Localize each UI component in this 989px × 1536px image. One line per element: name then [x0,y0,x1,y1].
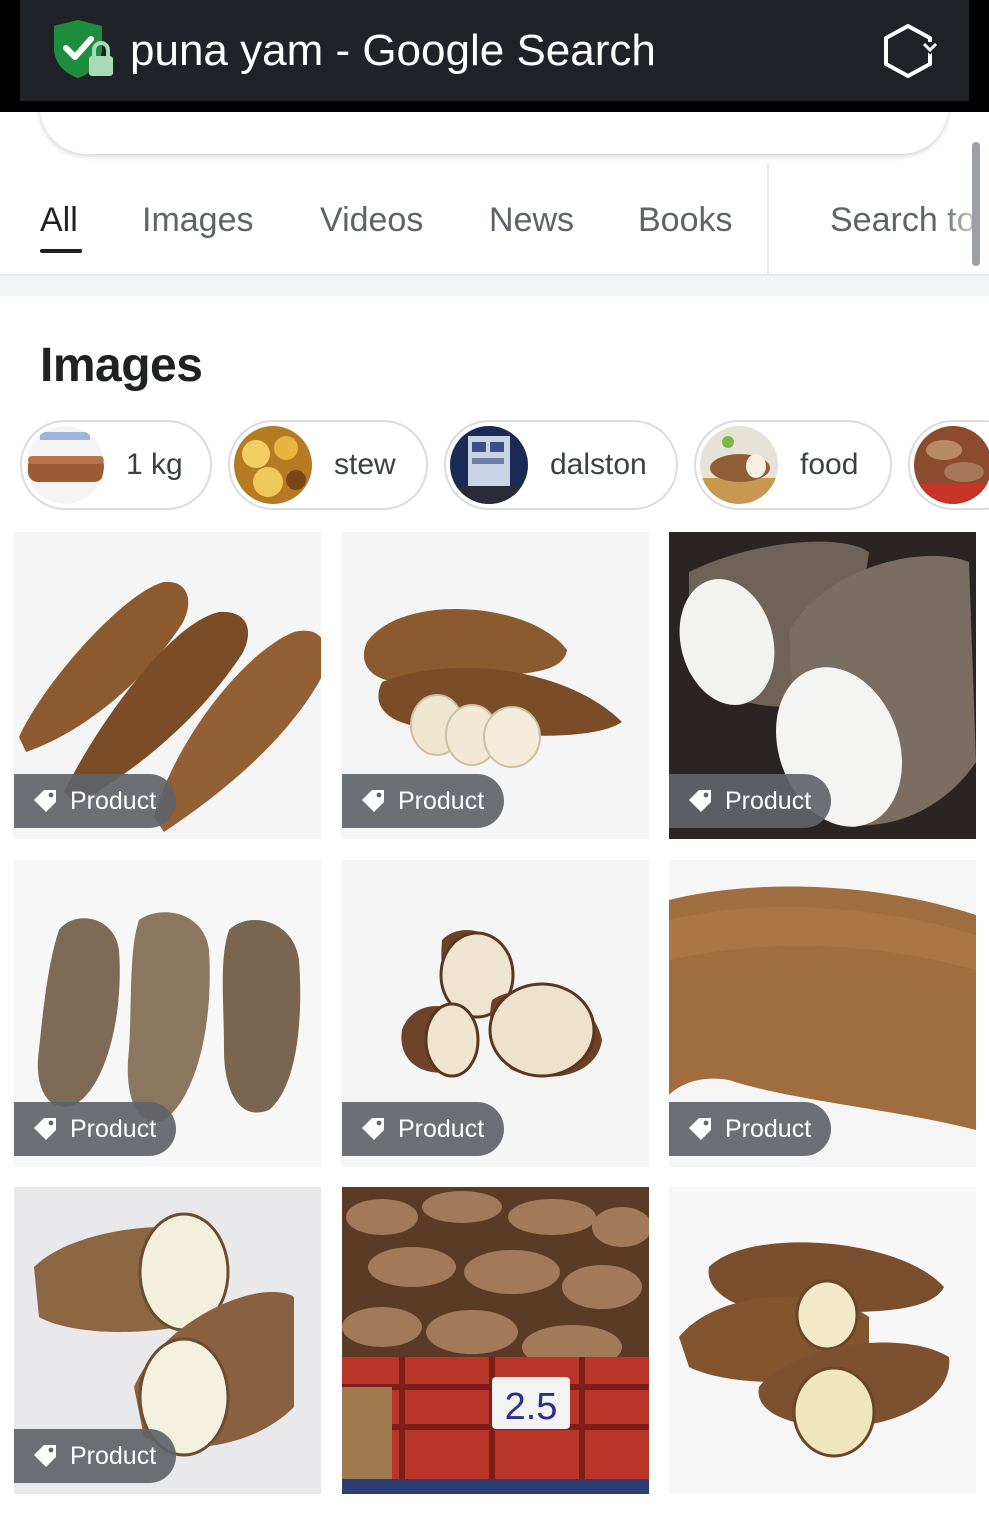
chip-label: stew [334,448,396,481]
badge-label: Product [70,1114,157,1143]
chip-thumbnail [450,426,528,504]
badge-label: Product [398,1114,485,1143]
tag-icon [362,1118,384,1140]
chip-thumbnail [914,426,989,504]
tab-news[interactable]: News [489,200,574,240]
title-bar: puna yam - Google Search [0,0,989,112]
product-badge: Product [14,1429,177,1483]
badge-label: Product [725,786,812,815]
page-title: puna yam - Google Search [130,26,656,75]
chip-dalston[interactable]: dalston [444,420,678,510]
section-separator [0,274,989,296]
tag-icon [34,1445,56,1467]
active-tab-indicator [40,249,82,253]
nav-fade-overlay [940,164,989,274]
search-nav-tabs: All Images Videos News Books Search to [0,164,989,274]
chip-label: 1 kg [126,448,183,481]
image-result[interactable]: Product [669,860,976,1167]
chip-thumbnail [26,426,104,504]
image-result[interactable]: Product [342,860,649,1167]
badge-label: Product [725,1114,812,1143]
tab-all[interactable]: All [40,200,78,240]
chip-thumbnail [700,426,778,504]
tab-videos[interactable]: Videos [320,200,423,240]
tag-icon [34,790,56,812]
image-result[interactable]: 2.5 [342,1187,649,1494]
product-badge: Product [14,1102,177,1156]
image-result[interactable] [669,1187,976,1494]
chip-1kg[interactable]: 1 kg [20,420,212,510]
shield-lock-icon[interactable] [48,20,118,80]
tab-books[interactable]: Books [638,200,733,240]
product-badge: Product [14,774,177,828]
tag-icon [689,790,711,812]
product-badge: Product [669,1102,832,1156]
badge-label: Product [70,786,157,815]
chip-label: food [800,448,859,481]
badge-label: Product [398,786,485,815]
image-result[interactable]: Product [14,860,321,1167]
scrollbar[interactable] [972,142,980,266]
image-result[interactable]: Product [14,532,321,839]
chip-food[interactable]: food [694,420,892,510]
nav-divider [767,164,769,274]
tab-switcher-icon[interactable] [878,22,938,80]
image-result[interactable]: Product [14,1187,321,1494]
chip-thumbnail [234,426,312,504]
images-section-title: Images [40,339,203,392]
image-result[interactable]: Product [342,532,649,839]
product-badge: Product [669,774,832,828]
tab-images[interactable]: Images [142,200,254,240]
chip-label: dalston [550,448,647,481]
product-badge: Product [342,1102,505,1156]
tag-icon [34,1118,56,1140]
tag-icon [689,1118,711,1140]
price-sign: 2.5 [505,1386,558,1428]
badge-label: Product [70,1441,157,1470]
chip-more[interactable] [908,420,989,510]
chip-stew[interactable]: stew [228,420,428,510]
product-badge: Product [342,774,505,828]
image-result[interactable]: Product [669,532,976,839]
market-yam-image: 2.5 [342,1187,649,1494]
yam-image [669,1187,976,1494]
tag-icon [362,790,384,812]
